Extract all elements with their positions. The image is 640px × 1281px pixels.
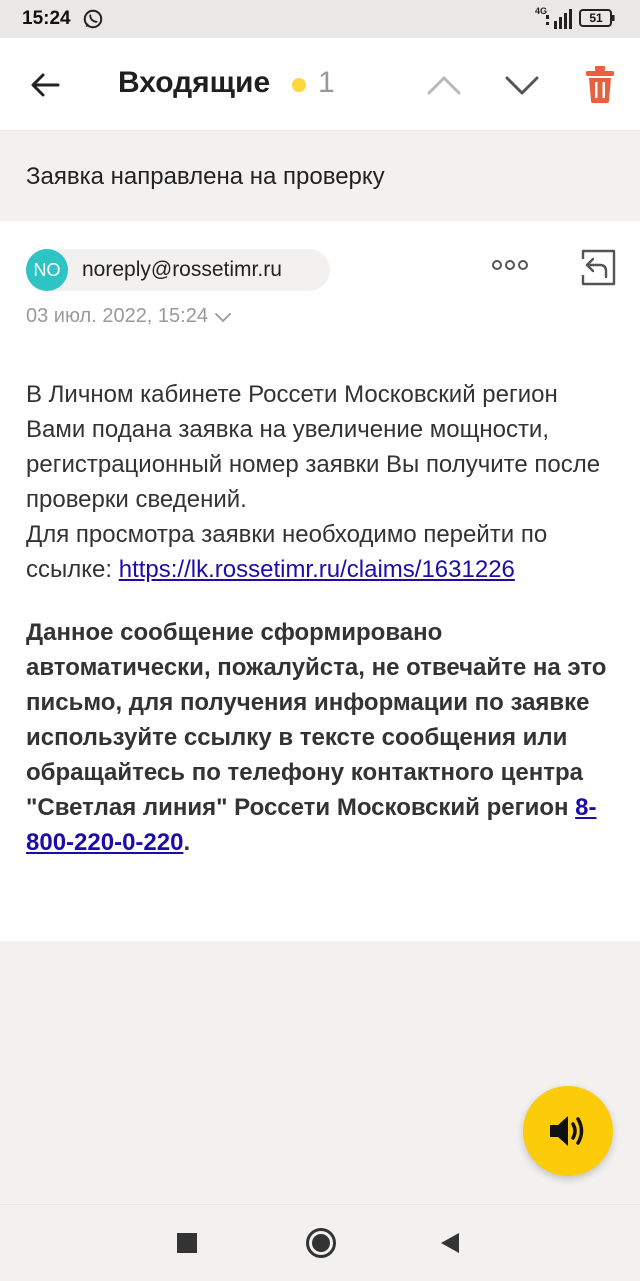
speaker-icon <box>550 1116 584 1146</box>
signal-icon <box>546 9 572 29</box>
message-subject: Заявка направлена на проверку <box>26 163 385 190</box>
status-time: 15:24 <box>22 8 71 29</box>
auto-notice: Данное сообщение сформировано автоматиче… <box>26 615 616 860</box>
unread-count: 1 <box>318 66 335 99</box>
folder-title: Входящие <box>118 66 271 99</box>
message-date-toggle[interactable]: 03 июл. 2022, 15:24 <box>26 305 232 328</box>
system-nav-bar <box>0 1204 640 1281</box>
battery-level: 51 <box>589 11 603 25</box>
status-bar: 15:24 4G 51 <box>0 0 640 38</box>
claim-link[interactable]: https://lk.rossetimr.ru/claims/1631226 <box>119 556 515 583</box>
message-date: 03 июл. 2022, 15:24 <box>26 305 208 327</box>
chevron-down-icon <box>215 312 231 322</box>
back-triangle-icon[interactable] <box>439 1231 461 1255</box>
message-card: NO noreply@rossetimr.ru 03 июл. 2022, 15… <box>0 221 640 941</box>
chevron-up-icon[interactable] <box>424 68 464 102</box>
home-circle-icon[interactable] <box>305 1227 337 1259</box>
top-toolbar: Входящие 1 <box>0 38 640 131</box>
subject-bar: Заявка направлена на проверку <box>0 131 640 221</box>
message-body: В Личном кабинете Россети Московский рег… <box>26 377 616 587</box>
reply-icon[interactable] <box>578 247 618 287</box>
whatsapp-icon <box>83 9 103 29</box>
avatar: NO <box>26 249 68 291</box>
recents-square-icon[interactable] <box>177 1233 197 1253</box>
notice-end: . <box>183 829 191 856</box>
unread-dot <box>292 78 306 92</box>
back-arrow-icon[interactable] <box>28 68 62 102</box>
sender-email: noreply@rossetimr.ru <box>82 258 282 281</box>
chevron-down-icon[interactable] <box>502 68 542 102</box>
sender-chip[interactable]: NO noreply@rossetimr.ru <box>26 249 330 291</box>
more-dots-icon[interactable] <box>490 257 530 273</box>
body-intro: В Личном кабинете Россети Московский рег… <box>26 381 601 513</box>
notice-text: Данное сообщение сформировано автоматиче… <box>26 619 607 821</box>
trash-icon[interactable] <box>584 64 616 104</box>
read-aloud-button[interactable] <box>523 1086 613 1176</box>
